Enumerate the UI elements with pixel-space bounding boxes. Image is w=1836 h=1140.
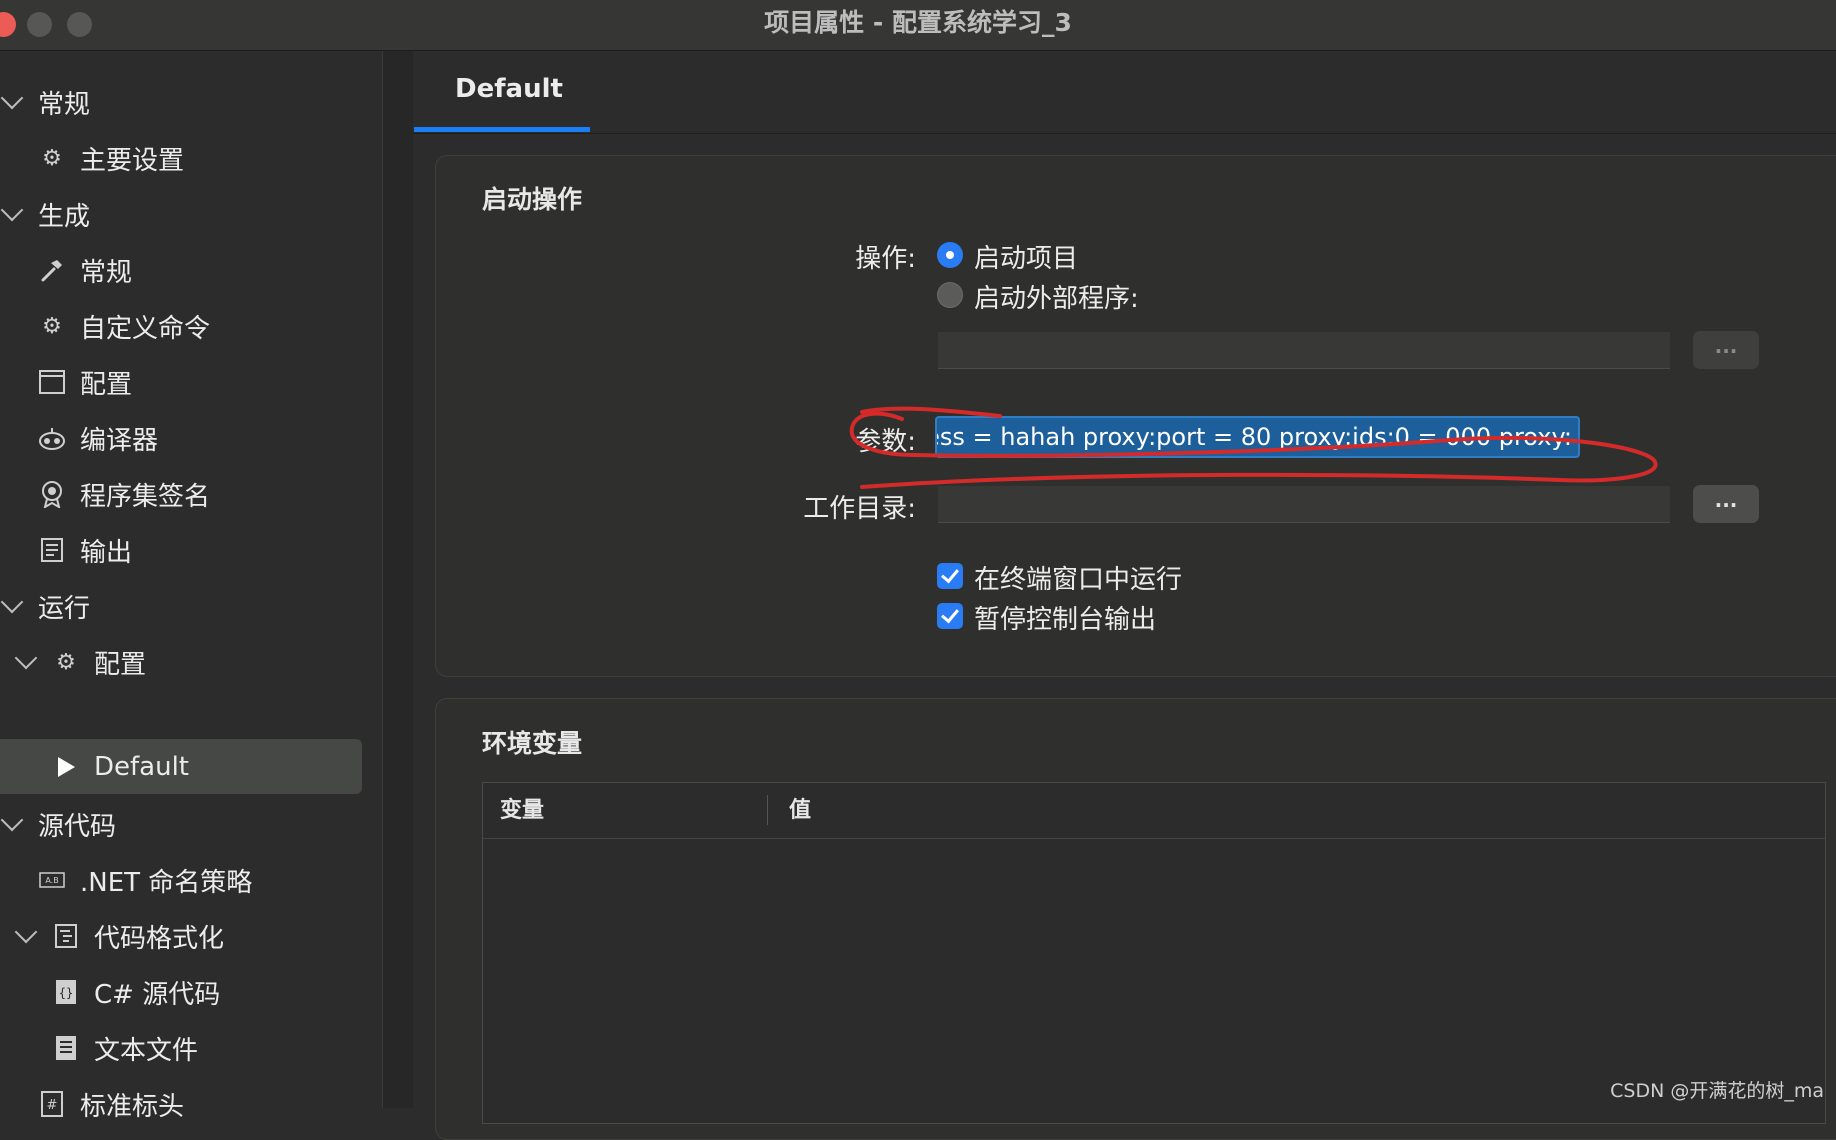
browse-program-button[interactable]: ... [1693, 331, 1759, 369]
sidebar-item-label: 编译器 [80, 425, 159, 456]
badge-icon [38, 480, 66, 508]
svg-text:{}: {} [59, 986, 73, 1000]
chevron-down-icon [14, 646, 38, 670]
sidebar-item-custom-commands[interactable]: ⚙ 自定义命令 [38, 299, 210, 353]
format-icon [52, 922, 80, 950]
sidebar-group-general[interactable]: 常规 [0, 75, 91, 129]
sidebar-item-output[interactable]: 输出 [38, 523, 132, 577]
external-program-field[interactable] [938, 332, 1670, 369]
sidebar: 常规 ⚙ 主要设置 生成 常规 ⚙ 自定义命令 配置 编译器 程序集签名 输出 … [0, 51, 382, 1122]
chevron-down-icon [0, 590, 24, 614]
startup-section-title: 启动操作 [482, 185, 583, 214]
sidebar-item-standard-header[interactable]: # 标准标头 [38, 1077, 184, 1131]
sidebar-item-dotnet-naming[interactable]: A.B .NET 命名策略 [38, 853, 252, 907]
column-divider[interactable] [767, 795, 768, 825]
column-header-variable[interactable]: 变量 [500, 783, 544, 838]
chevron-down-icon [0, 808, 24, 832]
sidebar-item-label: 常规 [38, 89, 91, 120]
header-divider [483, 838, 1825, 839]
chevron-down-icon [0, 198, 24, 222]
sidebar-item-default[interactable]: Default [52, 740, 189, 794]
run-in-terminal-label[interactable]: 在终端窗口中运行 [974, 559, 1182, 596]
sidebar-item-csharp-source[interactable]: {} C# 源代码 [52, 965, 220, 1019]
window-icon [38, 368, 66, 396]
sidebar-item-label: 运行 [38, 593, 91, 624]
working-directory-field[interactable] [938, 486, 1670, 523]
sidebar-item-build-configuration[interactable]: 配置 [38, 355, 132, 409]
gear-icon: ⚙ [56, 649, 76, 675]
sidebar-item-label: .NET 命名策略 [80, 867, 253, 898]
sidebar-item-label: 生成 [38, 201, 91, 232]
sidebar-item-label: 自定义命令 [80, 313, 211, 344]
sidebar-group-build[interactable]: 生成 [0, 187, 91, 241]
env-section-title: 环境变量 [482, 729, 583, 758]
title-bar: 项目属性 - 配置系统学习_3 [0, 0, 1836, 51]
sidebar-item-main-settings[interactable]: ⚙ 主要设置 [38, 131, 184, 185]
start-external-radio[interactable] [937, 282, 963, 308]
start-external-label[interactable]: 启动外部程序: [974, 278, 1139, 315]
arguments-input[interactable]: ddress = hahah proxy:port = 80 proxy:ids… [935, 416, 1580, 458]
arguments-value: ddress = hahah proxy:port = 80 proxy:ids… [935, 423, 1572, 451]
sidebar-item-label: 输出 [80, 537, 133, 568]
sidebar-group-run-configuration[interactable]: ⚙ 配置 [14, 635, 147, 689]
sidebar-item-label: 常规 [80, 257, 133, 288]
pause-console-label[interactable]: 暂停控制台输出 [974, 599, 1156, 636]
hash-file-icon: # [38, 1090, 66, 1118]
sidebar-item-label: Default [94, 752, 189, 782]
start-project-label[interactable]: 启动项目 [974, 238, 1078, 275]
sidebar-item-label: 配置 [80, 369, 133, 400]
sidebar-item-label: 程序集签名 [80, 481, 211, 512]
gear-icon: ⚙ [42, 145, 62, 171]
chevron-down-icon [14, 920, 38, 944]
braces-file-icon: {} [52, 978, 80, 1006]
play-icon [52, 753, 80, 781]
sidebar-splitter[interactable] [382, 51, 413, 1108]
pause-console-checkbox[interactable] [937, 603, 963, 629]
action-label: 操作: [855, 244, 916, 274]
tab-bar: Default [413, 51, 1836, 134]
browse-directory-button[interactable]: ... [1693, 485, 1759, 523]
active-tab-indicator [414, 127, 590, 132]
start-project-radio[interactable] [937, 242, 963, 268]
sidebar-item-compiler[interactable]: 编译器 [38, 411, 158, 465]
sidebar-group-run[interactable]: 运行 [0, 579, 91, 633]
document-lines-icon [38, 536, 66, 564]
window-title: 项目属性 - 配置系统学习_3 [764, 8, 1072, 37]
run-in-terminal-checkbox[interactable] [937, 563, 963, 589]
chevron-down-icon [0, 86, 24, 110]
sidebar-item-label: 文本文件 [94, 1035, 199, 1066]
robot-icon [38, 424, 66, 452]
text-file-icon [52, 1034, 80, 1062]
sidebar-item-label: 主要设置 [80, 145, 185, 176]
svg-text:#: # [47, 1098, 58, 1113]
working-directory-label: 工作目录: [803, 494, 916, 524]
tab-default[interactable]: Default [455, 74, 563, 104]
column-header-value[interactable]: 值 [789, 783, 811, 838]
sidebar-item-build-general[interactable]: 常规 [38, 243, 132, 297]
env-variables-table[interactable]: 变量 值 [482, 782, 1826, 1124]
hammer-icon [38, 256, 66, 284]
watermark: CSDN @开满花的树_ma [1610, 1080, 1824, 1102]
gear-icon: ⚙ [42, 313, 62, 339]
sidebar-item-label: 代码格式化 [94, 923, 225, 954]
arguments-label: 参数: [855, 427, 916, 457]
sidebar-item-label: 源代码 [38, 811, 117, 842]
sidebar-item-label: C# 源代码 [94, 979, 221, 1010]
sidebar-group-code-formatting[interactable]: 代码格式化 [14, 909, 225, 963]
svg-text:A.B: A.B [45, 876, 58, 885]
naming-policy-icon: A.B [38, 866, 66, 894]
sidebar-item-label: 配置 [94, 649, 147, 680]
sidebar-item-text-files[interactable]: 文本文件 [52, 1021, 198, 1075]
sidebar-group-source-code[interactable]: 源代码 [0, 797, 117, 851]
sidebar-item-label: 标准标头 [80, 1091, 185, 1122]
sidebar-item-assembly-signing[interactable]: 程序集签名 [38, 467, 210, 521]
